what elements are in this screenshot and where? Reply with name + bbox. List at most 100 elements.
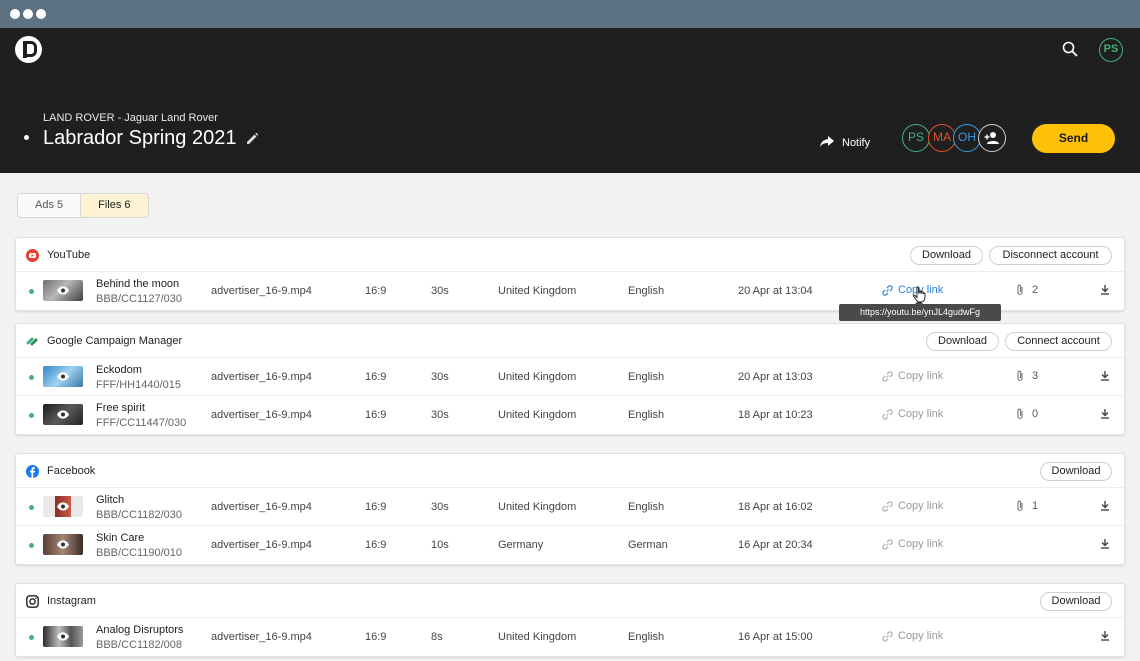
- download-button[interactable]: Download: [926, 332, 999, 351]
- disconnect-account-button[interactable]: Disconnect account: [989, 246, 1112, 265]
- status-dot: [29, 289, 34, 294]
- ad-code: BBB/CC1182/008: [96, 639, 183, 651]
- window-close-dot[interactable]: [10, 9, 20, 19]
- upload-date: 18 Apr at 16:02: [738, 501, 813, 513]
- send-button[interactable]: Send: [1032, 124, 1115, 153]
- paperclip-icon: [1017, 500, 1023, 512]
- platform-header: YouTube Download Disconnect account: [16, 238, 1124, 272]
- country: United Kingdom: [498, 409, 577, 421]
- file-name: advertiser_16-9.mp4: [211, 631, 312, 643]
- copy-link-button[interactable]: Copy link: [882, 408, 943, 420]
- attachments[interactable]: 1: [1016, 500, 1038, 512]
- platform-name: Facebook: [47, 465, 96, 477]
- platform-name: Google Campaign Manager: [47, 335, 183, 347]
- tab-ads[interactable]: Ads 5: [18, 194, 80, 217]
- ad-code: BBB/CC1190/010: [96, 547, 183, 559]
- download-icon[interactable]: [1100, 631, 1110, 641]
- country: United Kingdom: [498, 371, 577, 383]
- window-maximize-dot[interactable]: [36, 9, 46, 19]
- notify-button[interactable]: Notify: [820, 132, 870, 154]
- ad-thumbnail[interactable]: [43, 496, 83, 517]
- app-logo[interactable]: [15, 36, 42, 63]
- status-dot: [29, 635, 34, 640]
- file-name: advertiser_16-9.mp4: [211, 285, 312, 297]
- eye-icon: [57, 372, 69, 381]
- table-row[interactable]: Skin Care BBB/CC1190/010 advertiser_16-9…: [16, 526, 1124, 564]
- team-avatar-oh[interactable]: OH: [953, 124, 981, 152]
- language: English: [628, 409, 665, 421]
- ad-thumbnail[interactable]: [43, 534, 83, 555]
- view-tabs: Ads 5 Files 6: [17, 193, 149, 218]
- ad-thumbnail[interactable]: [43, 626, 83, 647]
- attachments[interactable]: 0: [1016, 408, 1038, 420]
- paperclip-icon: [1017, 408, 1023, 420]
- copy-link-button[interactable]: Copy link: [882, 630, 943, 642]
- download-button[interactable]: Download: [1040, 592, 1112, 611]
- ad-code: FFF/HH1440/015: [96, 379, 181, 391]
- table-row[interactable]: Glitch BBB/CC1182/030 advertiser_16-9.mp…: [16, 488, 1124, 526]
- team-avatar-ps[interactable]: PS: [902, 124, 930, 152]
- file-name: advertiser_16-9.mp4: [211, 539, 312, 551]
- country: United Kingdom: [498, 501, 577, 513]
- file-name: advertiser_16-9.mp4: [211, 409, 312, 421]
- attachment-count: 3: [1032, 370, 1039, 382]
- attachment-count: 2: [1032, 284, 1039, 296]
- add-user-button[interactable]: [978, 124, 1006, 152]
- team-avatar-ma[interactable]: MA: [928, 124, 956, 152]
- notify-label: Notify: [842, 137, 871, 149]
- country: United Kingdom: [498, 631, 577, 643]
- ad-code: FFF/CC11447/030: [96, 417, 187, 429]
- connect-account-button[interactable]: Connect account: [1005, 332, 1112, 351]
- link-icon: [882, 630, 893, 642]
- copy-link-button[interactable]: Copy link: [882, 370, 943, 382]
- status-dot: [29, 413, 34, 418]
- copy-link-button[interactable]: Copy link: [882, 500, 943, 512]
- ad-code: BBB/CC1127/030: [96, 293, 183, 305]
- download-icon[interactable]: [1100, 285, 1110, 295]
- download-icon[interactable]: [1100, 539, 1110, 549]
- attachments[interactable]: 2: [1016, 284, 1038, 296]
- window-minimize-dot[interactable]: [23, 9, 33, 19]
- platform-header: Facebook Download: [16, 454, 1124, 488]
- download-icon[interactable]: [1100, 409, 1110, 419]
- ad-thumbnail[interactable]: [43, 280, 83, 301]
- table-row[interactable]: Analog Disruptors BBB/CC1182/008 adverti…: [16, 618, 1124, 656]
- download-icon[interactable]: [1100, 371, 1110, 381]
- ad-thumbnail[interactable]: [43, 404, 83, 425]
- link-icon: [882, 538, 893, 550]
- status-dot: [29, 543, 34, 548]
- link-icon: [882, 408, 893, 420]
- search-icon[interactable]: [1062, 41, 1078, 62]
- country: United Kingdom: [498, 285, 577, 297]
- duration: 30s: [431, 371, 449, 383]
- ad-name: Analog Disruptors: [96, 624, 184, 636]
- table-row[interactable]: Free spirit FFF/CC11447/030 advertiser_1…: [16, 396, 1124, 434]
- copy-link-tooltip: https://youtu.be/ynJL4gudwFg: [839, 300, 1001, 321]
- duration: 30s: [431, 501, 449, 513]
- attachments[interactable]: 3: [1016, 370, 1038, 382]
- download-icon[interactable]: [1100, 501, 1110, 511]
- youtube-icon: [26, 249, 39, 262]
- tab-files[interactable]: Files 6: [80, 194, 148, 217]
- download-button[interactable]: Download: [910, 246, 983, 265]
- instagram-icon: [26, 595, 39, 608]
- duration: 10s: [431, 539, 449, 551]
- upload-date: 20 Apr at 13:03: [738, 371, 813, 383]
- download-button[interactable]: Download: [1040, 462, 1112, 481]
- language: German: [628, 539, 668, 551]
- table-row[interactable]: Eckodom FFF/HH1440/015 advertiser_16-9.m…: [16, 358, 1124, 396]
- copy-link-label: Copy link: [898, 500, 944, 512]
- ad-thumbnail[interactable]: [43, 366, 83, 387]
- language: English: [628, 501, 665, 513]
- platform-card-google-campaign-manager: Google Campaign Manager Download Connect…: [15, 323, 1125, 435]
- ad-name: Free spirit: [96, 402, 145, 414]
- ad-name: Eckodom: [96, 364, 142, 376]
- current-user-avatar[interactable]: PS: [1099, 38, 1123, 62]
- share-arrow-icon: [820, 135, 834, 151]
- ad-name: Skin Care: [96, 532, 145, 544]
- add-user-icon: [984, 132, 1000, 148]
- status-dot: [29, 375, 34, 380]
- aspect-ratio: 16:9: [365, 285, 387, 297]
- pencil-icon[interactable]: [246, 132, 259, 150]
- copy-link-button[interactable]: Copy link: [882, 538, 943, 550]
